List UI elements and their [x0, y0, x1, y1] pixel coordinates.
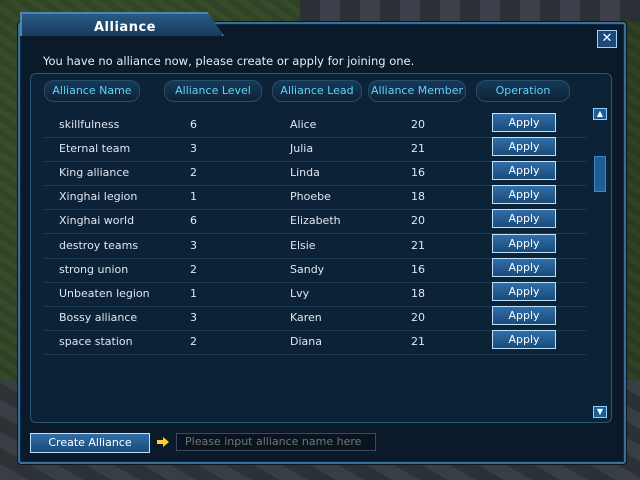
alliance-lead-cell: Elsie: [290, 239, 316, 252]
arrow-right-icon: [157, 437, 169, 447]
alliance-name-cell: strong union: [59, 263, 129, 276]
scroll-up-icon[interactable]: ▲: [593, 108, 607, 120]
col-alliance-level[interactable]: Alliance Level: [164, 80, 262, 102]
alliance-member-cell: 20: [411, 214, 425, 227]
col-operation[interactable]: Operation: [476, 80, 570, 102]
alliance-name-cell: Bossy alliance: [59, 311, 138, 324]
alliance-name-cell: Xinghai legion: [59, 190, 138, 203]
apply-button[interactable]: Apply: [492, 161, 556, 180]
col-alliance-member[interactable]: Alliance Member: [368, 80, 466, 102]
table-row: Xinghai world 6 Elizabeth 20 Apply: [44, 209, 586, 234]
alliance-member-cell: 18: [411, 287, 425, 300]
alliance-level-cell: 2: [190, 263, 197, 276]
alliance-member-cell: 16: [411, 166, 425, 179]
alliance-level-cell: 3: [190, 239, 197, 252]
alliance-name-cell: destroy teams: [59, 239, 139, 252]
apply-button[interactable]: Apply: [492, 282, 556, 301]
alliance-lead-cell: Phoebe: [290, 190, 331, 203]
table-row: Xinghai legion 1 Phoebe 18 Apply: [44, 185, 586, 210]
alliance-member-cell: 16: [411, 263, 425, 276]
scroll-down-icon[interactable]: ▼: [593, 406, 607, 418]
scroll-thumb[interactable]: [594, 156, 606, 192]
col-alliance-lead[interactable]: Alliance Lead: [272, 80, 362, 102]
alliance-lead-cell: Julia: [290, 142, 314, 155]
alliance-name-input[interactable]: [176, 433, 376, 451]
apply-button[interactable]: Apply: [492, 137, 556, 156]
alliance-level-cell: 3: [190, 311, 197, 324]
table-row: strong union 2 Sandy 16 Apply: [44, 258, 586, 283]
alliance-name-cell: Eternal team: [59, 142, 131, 155]
apply-button[interactable]: Apply: [492, 258, 556, 277]
close-button[interactable]: ✕: [597, 30, 617, 48]
alliance-level-cell: 6: [190, 214, 197, 227]
alliance-name-cell: King alliance: [59, 166, 130, 179]
alliance-member-cell: 21: [411, 239, 425, 252]
alliance-lead-cell: Diana: [290, 335, 322, 348]
alliance-name-cell: Unbeaten legion: [59, 287, 150, 300]
no-alliance-notice: You have no alliance now, please create …: [43, 54, 415, 68]
alliance-name-cell: skillfulness: [59, 118, 120, 131]
table-row: Unbeaten legion 1 Lvy 18 Apply: [44, 282, 586, 307]
alliance-level-cell: 1: [190, 287, 197, 300]
apply-button[interactable]: Apply: [492, 234, 556, 253]
apply-button[interactable]: Apply: [492, 306, 556, 325]
alliance-name-cell: space station: [59, 335, 133, 348]
alliance-member-cell: 21: [411, 142, 425, 155]
alliance-member-cell: 20: [411, 311, 425, 324]
alliance-lead-cell: Linda: [290, 166, 320, 179]
alliance-lead-cell: Karen: [290, 311, 322, 324]
alliance-lead-cell: Elizabeth: [290, 214, 341, 227]
alliance-member-cell: 18: [411, 190, 425, 203]
apply-button[interactable]: Apply: [492, 330, 556, 349]
table-row: Bossy alliance 3 Karen 20 Apply: [44, 306, 586, 331]
window-title: Alliance: [94, 20, 156, 35]
alliance-lead-cell: Sandy: [290, 263, 325, 276]
table-row: destroy teams 3 Elsie 21 Apply: [44, 234, 586, 259]
alliance-level-cell: 1: [190, 190, 197, 203]
alliance-level-cell: 2: [190, 166, 197, 179]
apply-button[interactable]: Apply: [492, 113, 556, 132]
alliance-level-cell: 2: [190, 335, 197, 348]
apply-button[interactable]: Apply: [492, 185, 556, 204]
table-row: skillfulness 6 Alice 20 Apply: [44, 113, 586, 138]
alliance-name-cell: Xinghai world: [59, 214, 135, 227]
alliance-member-cell: 21: [411, 335, 425, 348]
alliance-lead-cell: Lvy: [290, 287, 310, 300]
alliance-level-cell: 3: [190, 142, 197, 155]
row-divider: [44, 354, 586, 355]
alliance-level-cell: 6: [190, 118, 197, 131]
game-background-structure: [300, 0, 640, 22]
alliance-member-cell: 20: [411, 118, 425, 131]
table-row: King alliance 2 Linda 16 Apply: [44, 161, 586, 186]
table-row: space station 2 Diana 21 Apply: [44, 330, 586, 355]
alliance-lead-cell: Alice: [290, 118, 317, 131]
apply-button[interactable]: Apply: [492, 209, 556, 228]
table-row: Eternal team 3 Julia 21 Apply: [44, 137, 586, 162]
create-alliance-button[interactable]: Create Alliance: [30, 433, 150, 453]
list-scrollbar[interactable]: ▲ ▼: [593, 108, 607, 418]
close-icon: ✕: [601, 31, 613, 46]
col-alliance-name[interactable]: Alliance Name: [44, 80, 140, 102]
